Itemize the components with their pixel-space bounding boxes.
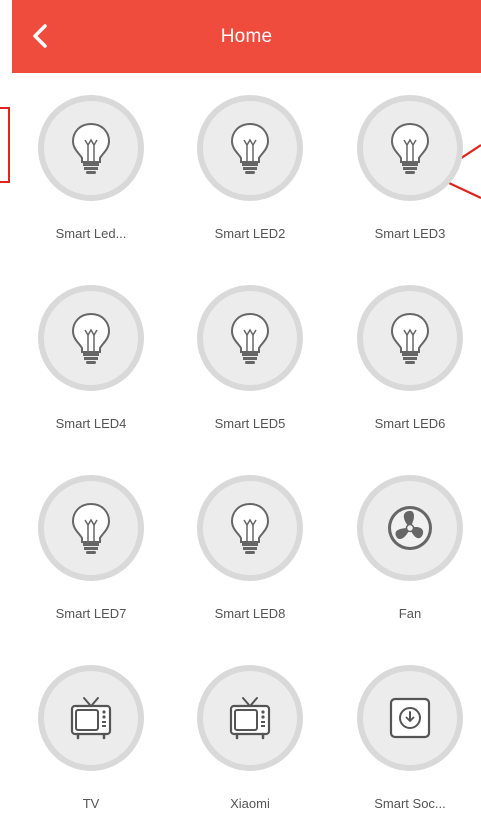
device-icon-button[interactable] <box>197 285 303 391</box>
device-tile[interactable]: Xiaomi <box>187 643 317 821</box>
device-tile[interactable]: Smart LED7 <box>28 453 158 633</box>
lightbulb-icon <box>230 312 270 364</box>
device-icon-button[interactable] <box>357 665 463 771</box>
tv-icon <box>229 697 271 740</box>
device-label: Smart LED4 <box>55 416 127 431</box>
device-tile[interactable]: Fan <box>347 453 477 633</box>
app-header: Home <box>12 0 481 73</box>
device-icon-button[interactable] <box>38 285 144 391</box>
device-icon-button[interactable] <box>357 475 463 581</box>
device-label: TV <box>82 796 100 811</box>
device-label: Fan <box>398 606 422 621</box>
home-screen: Home Smart Led... Smart LED2 Smart LED3 Sma… <box>0 0 481 821</box>
device-icon-button[interactable] <box>38 95 144 201</box>
lightbulb-icon <box>390 312 430 364</box>
device-icon-button[interactable] <box>197 475 303 581</box>
device-tile[interactable]: Smart LED8 <box>187 453 317 633</box>
device-icon-button[interactable] <box>38 665 144 771</box>
device-icon-button[interactable] <box>197 665 303 771</box>
device-tile[interactable]: Smart LED5 <box>187 263 317 443</box>
device-label: Smart LED7 <box>55 606 127 621</box>
device-label: Xiaomi <box>230 796 270 811</box>
device-label: Smart LED2 <box>214 226 286 241</box>
back-button[interactable] <box>22 18 58 54</box>
device-label: Smart Soc... <box>374 796 446 811</box>
tv-icon <box>70 697 112 740</box>
device-label: Smart LED8 <box>214 606 286 621</box>
device-tile[interactable]: Smart Led... <box>28 73 158 253</box>
annotation-box <box>0 107 10 183</box>
lightbulb-icon <box>71 502 111 554</box>
device-tile[interactable]: Smart LED3 <box>347 73 477 253</box>
device-label: Smart LED5 <box>214 416 286 431</box>
device-icon-button[interactable] <box>38 475 144 581</box>
lightbulb-icon <box>390 122 430 174</box>
device-icon-button[interactable] <box>357 95 463 201</box>
device-icon-button[interactable] <box>357 285 463 391</box>
device-tile[interactable]: Smart LED2 <box>187 73 317 253</box>
lightbulb-icon <box>230 502 270 554</box>
page-title: Home <box>220 25 273 47</box>
device-label: Smart LED3 <box>374 226 446 241</box>
device-label: Smart LED6 <box>374 416 446 431</box>
lightbulb-icon <box>230 122 270 174</box>
lightbulb-icon <box>71 312 111 364</box>
device-tile[interactable]: Smart LED4 <box>28 263 158 443</box>
fan-icon <box>388 506 432 550</box>
socket-icon <box>389 697 431 739</box>
device-icon-button[interactable] <box>197 95 303 201</box>
device-tile[interactable]: TV <box>28 643 158 821</box>
device-tile[interactable]: Smart Soc... <box>347 643 477 821</box>
device-tile[interactable]: Smart LED6 <box>347 263 477 443</box>
chevron-left-icon <box>33 24 47 48</box>
device-label: Smart Led... <box>55 226 127 241</box>
lightbulb-icon <box>71 122 111 174</box>
